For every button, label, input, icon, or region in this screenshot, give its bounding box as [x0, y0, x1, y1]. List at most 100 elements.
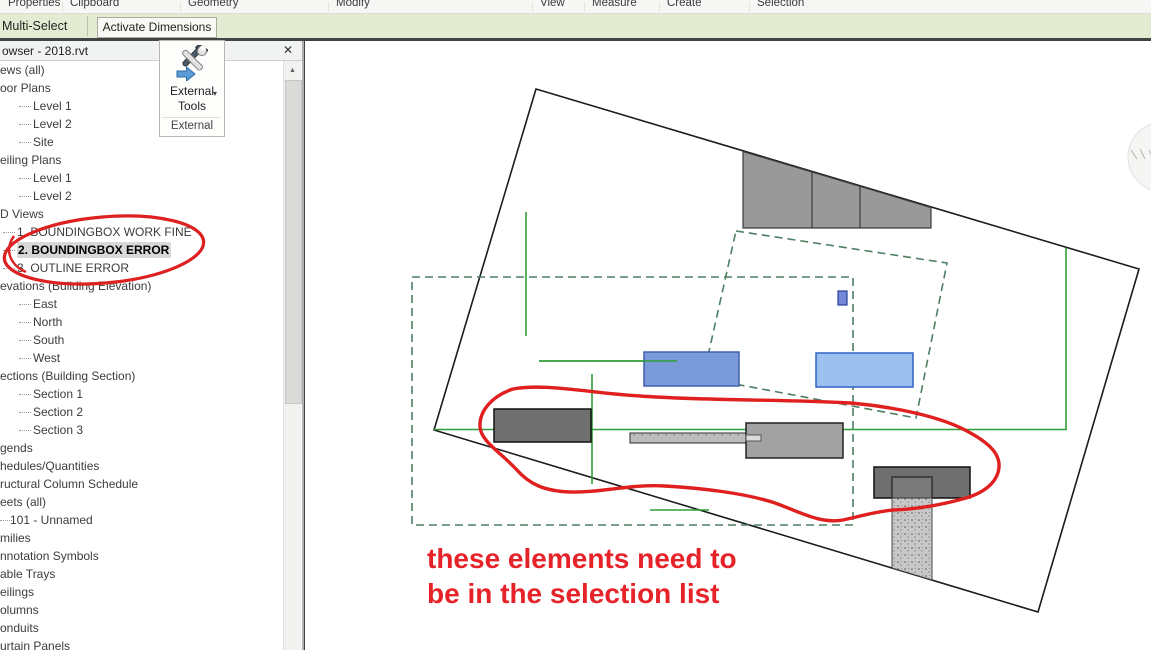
- tree-item[interactable]: Level 1: [0, 169, 282, 187]
- tree-item-label: Level 1: [33, 99, 72, 113]
- chevron-down-icon[interactable]: ▾: [213, 89, 217, 98]
- tree-item[interactable]: onduits: [0, 619, 282, 637]
- tree-item-label: eiling Plans: [0, 153, 61, 167]
- external-tools-wrench-hammer-icon[interactable]: [176, 45, 210, 81]
- tree-item[interactable]: Level 1: [0, 97, 282, 115]
- tree-item[interactable]: West: [0, 349, 282, 367]
- project-browser-title: owser - 2018.rvt: [2, 44, 88, 58]
- tree-item[interactable]: evations (Building Elevation): [0, 277, 282, 295]
- ribbon-panel-modify[interactable]: Modify: [336, 0, 370, 9]
- tree-item[interactable]: East: [0, 295, 282, 313]
- tree-item[interactable]: oor Plans: [0, 79, 282, 97]
- tree-item-label: urtain Panels: [0, 639, 70, 650]
- ribbon-contextual-row: Multi-Select Activate Dimensions: [0, 14, 1151, 38]
- tree-item[interactable]: gends: [0, 439, 282, 457]
- tree-item[interactable]: 2. BOUNDINGBOX ERROR: [0, 241, 282, 259]
- browser-scrollbar[interactable]: ▲: [283, 61, 301, 650]
- ribbon-panel-clipboard[interactable]: Clipboard: [70, 0, 119, 9]
- ribbon-separator: [87, 16, 88, 36]
- red-annotation-text: these elements need to be in the selecti…: [427, 541, 737, 611]
- tree-item-label: ructural Column Schedule: [0, 477, 138, 491]
- tree-item[interactable]: Section 1: [0, 385, 282, 403]
- tree-item[interactable]: urtain Panels: [0, 637, 282, 650]
- ribbon-panel-label-row: Properties Clipboard Geometry Modify View Mea…: [0, 0, 1151, 14]
- tree-branch-dots: [19, 196, 31, 197]
- tree-item-label: milies: [0, 531, 31, 545]
- ribbon-panel-measure[interactable]: Measure: [592, 0, 637, 9]
- project-browser-tree: ews (all) oor Plans Level 1 Level 2 Site eili…: [0, 61, 282, 650]
- close-icon[interactable]: ✕: [280, 43, 296, 58]
- tree-item[interactable]: olumns: [0, 601, 282, 619]
- tree-item[interactable]: ections (Building Section): [0, 367, 282, 385]
- tree-item[interactable]: South: [0, 331, 282, 349]
- tree-item[interactable]: eiling Plans: [0, 151, 282, 169]
- tree-item-label: onduits: [0, 621, 39, 635]
- scrollbar-thumb[interactable]: [285, 80, 302, 404]
- tree-item-label: oor Plans: [0, 81, 51, 95]
- tree-item-label: Section 3: [33, 423, 83, 437]
- ribbon-panel-view[interactable]: View: [540, 0, 565, 9]
- tree-item[interactable]: able Trays: [0, 565, 282, 583]
- ribbon-panel-properties[interactable]: Properties: [8, 0, 60, 9]
- tree-item-label: 2. BOUNDINGBOX ERROR: [17, 242, 171, 258]
- tree-item[interactable]: ews (all): [0, 61, 282, 79]
- panel-separator: [532, 2, 533, 12]
- tree-item[interactable]: 1. BOUNDINGBOX WORK FINE: [0, 223, 282, 241]
- tree-item[interactable]: Level 2: [0, 115, 282, 133]
- tree-item-label: ews (all): [0, 63, 45, 77]
- tree-item-label: Level 1: [33, 171, 72, 185]
- tree-item[interactable]: hedules/Quantities: [0, 457, 282, 475]
- flyout-divider: [162, 117, 220, 118]
- tree-item[interactable]: nnotation Symbols: [0, 547, 282, 565]
- tree-item[interactable]: D Views: [0, 205, 282, 223]
- tree-item[interactable]: eets (all): [0, 493, 282, 511]
- tree-branch-dots: [19, 322, 31, 323]
- tree-branch-dots: [19, 142, 31, 143]
- tree-branch-dots: [19, 340, 31, 341]
- tree-item[interactable]: ructural Column Schedule: [0, 475, 282, 493]
- project-browser-titlebar[interactable]: owser - 2018.rvt ✕: [0, 41, 302, 61]
- tree-branch-dots: [19, 358, 31, 359]
- tree-item[interactable]: North: [0, 313, 282, 331]
- tree-item-label: gends: [0, 441, 33, 455]
- tree-item[interactable]: eilings: [0, 583, 282, 601]
- tree-item-label: Site: [33, 135, 54, 149]
- tree-item[interactable]: Site: [0, 133, 282, 151]
- panel-separator: [180, 2, 181, 12]
- tree-item-label: ections (Building Section): [0, 369, 135, 383]
- panel-separator: [584, 2, 585, 12]
- tree-item[interactable]: Level 2: [0, 187, 282, 205]
- tree-branch-dots: [3, 268, 15, 269]
- tree-item[interactable]: Section 3: [0, 421, 282, 439]
- ribbon-panel-selection[interactable]: Selection: [757, 0, 804, 9]
- tree-item[interactable]: 101 - Unnamed: [0, 511, 282, 529]
- panel-separator: [659, 2, 660, 12]
- tab-multi-select[interactable]: Multi-Select: [2, 19, 67, 33]
- tree-item[interactable]: milies: [0, 529, 282, 547]
- external-tools-button-label2[interactable]: Tools: [160, 99, 224, 113]
- project-browser-panel: owser - 2018.rvt ✕ ews (all) oor Plans Lev…: [0, 41, 304, 650]
- tree-item-label: East: [33, 297, 57, 311]
- tree-branch-dots: [19, 124, 31, 125]
- tree-item-label: South: [33, 333, 64, 347]
- tree-item-label: 3. OUTLINE ERROR: [17, 261, 129, 275]
- tree-branch-dots: [3, 250, 15, 251]
- tree-branch-dots: [19, 412, 31, 413]
- tree-item-label: Section 1: [33, 387, 83, 401]
- tree-item-label: West: [33, 351, 60, 365]
- scroll-up-icon[interactable]: ▲: [284, 63, 301, 78]
- panel-separator: [749, 2, 750, 12]
- tree-branch-dots: [19, 304, 31, 305]
- ribbon-panel-create[interactable]: Create: [667, 0, 702, 9]
- tree-branch-dots: [19, 178, 31, 179]
- tree-branch-dots: [19, 394, 31, 395]
- tree-item-label: evations (Building Elevation): [0, 279, 151, 293]
- tree-item[interactable]: Section 2: [0, 403, 282, 421]
- ribbon-panel-geometry[interactable]: Geometry: [188, 0, 239, 9]
- panel-separator: [62, 2, 63, 12]
- tree-item[interactable]: 3. OUTLINE ERROR: [0, 259, 282, 277]
- activate-dimensions-button[interactable]: Activate Dimensions: [97, 17, 217, 38]
- tree-item-label: nnotation Symbols: [0, 549, 99, 563]
- tree-item-label: able Trays: [0, 567, 55, 581]
- tree-item-label: Section 2: [33, 405, 83, 419]
